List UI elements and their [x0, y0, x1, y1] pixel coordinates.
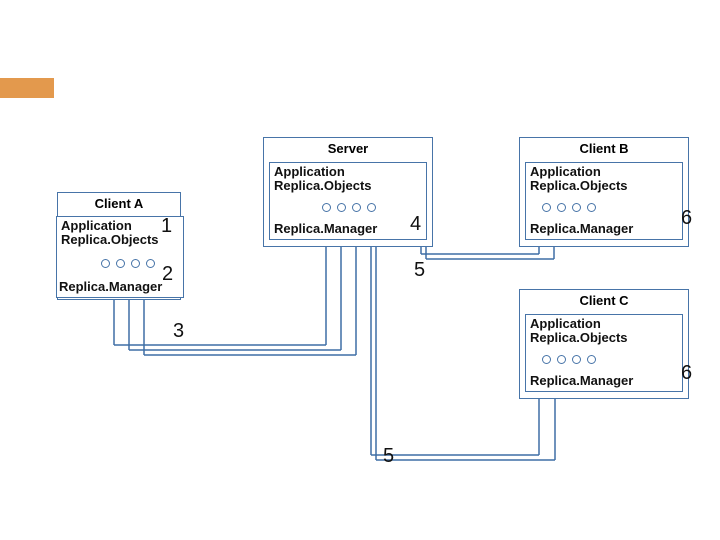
- client-a-app-label1: Application: [61, 218, 132, 233]
- server-circles: [322, 203, 376, 212]
- client-c-rm-label: Replica.Manager: [530, 373, 633, 388]
- client-b-box: Client B Application Replica.Objects Rep…: [519, 137, 689, 247]
- client-c-app-label1: Application: [530, 316, 601, 331]
- number-4: 4: [410, 213, 421, 236]
- number-6b: 6: [681, 362, 692, 385]
- number-1: 1: [161, 215, 172, 238]
- client-a-rm-label: Replica.Manager: [59, 279, 162, 294]
- server-app-box: Application Replica.Objects Replica.Mana…: [269, 162, 427, 240]
- client-a-app-label2: Replica.Objects: [61, 232, 159, 247]
- server-title: Server: [264, 141, 432, 156]
- server-box: Server Application Replica.Objects Repli…: [263, 137, 433, 247]
- client-b-app-label1: Application: [530, 164, 601, 179]
- accent-bar: [0, 78, 54, 98]
- number-2: 2: [162, 263, 173, 286]
- client-c-box: Client C Application Replica.Objects Rep…: [519, 289, 689, 399]
- number-3: 3: [173, 320, 184, 343]
- number-5a: 5: [414, 259, 425, 282]
- client-b-rm-label: Replica.Manager: [530, 221, 633, 236]
- client-b-title: Client B: [520, 141, 688, 156]
- number-6a: 6: [681, 207, 692, 230]
- server-rm-label: Replica.Manager: [274, 221, 377, 236]
- number-5b: 5: [383, 445, 394, 468]
- client-a-circles: [101, 259, 155, 268]
- client-c-circles: [542, 355, 596, 364]
- client-a-title: Client A: [58, 196, 180, 211]
- server-app-label1: Application: [274, 164, 345, 179]
- client-b-app-box: Application Replica.Objects Replica.Mana…: [525, 162, 683, 240]
- client-c-app-label2: Replica.Objects: [530, 330, 628, 345]
- client-c-app-box: Application Replica.Objects Replica.Mana…: [525, 314, 683, 392]
- server-app-label2: Replica.Objects: [274, 178, 372, 193]
- client-c-title: Client C: [520, 293, 688, 308]
- client-b-app-label2: Replica.Objects: [530, 178, 628, 193]
- client-b-circles: [542, 203, 596, 212]
